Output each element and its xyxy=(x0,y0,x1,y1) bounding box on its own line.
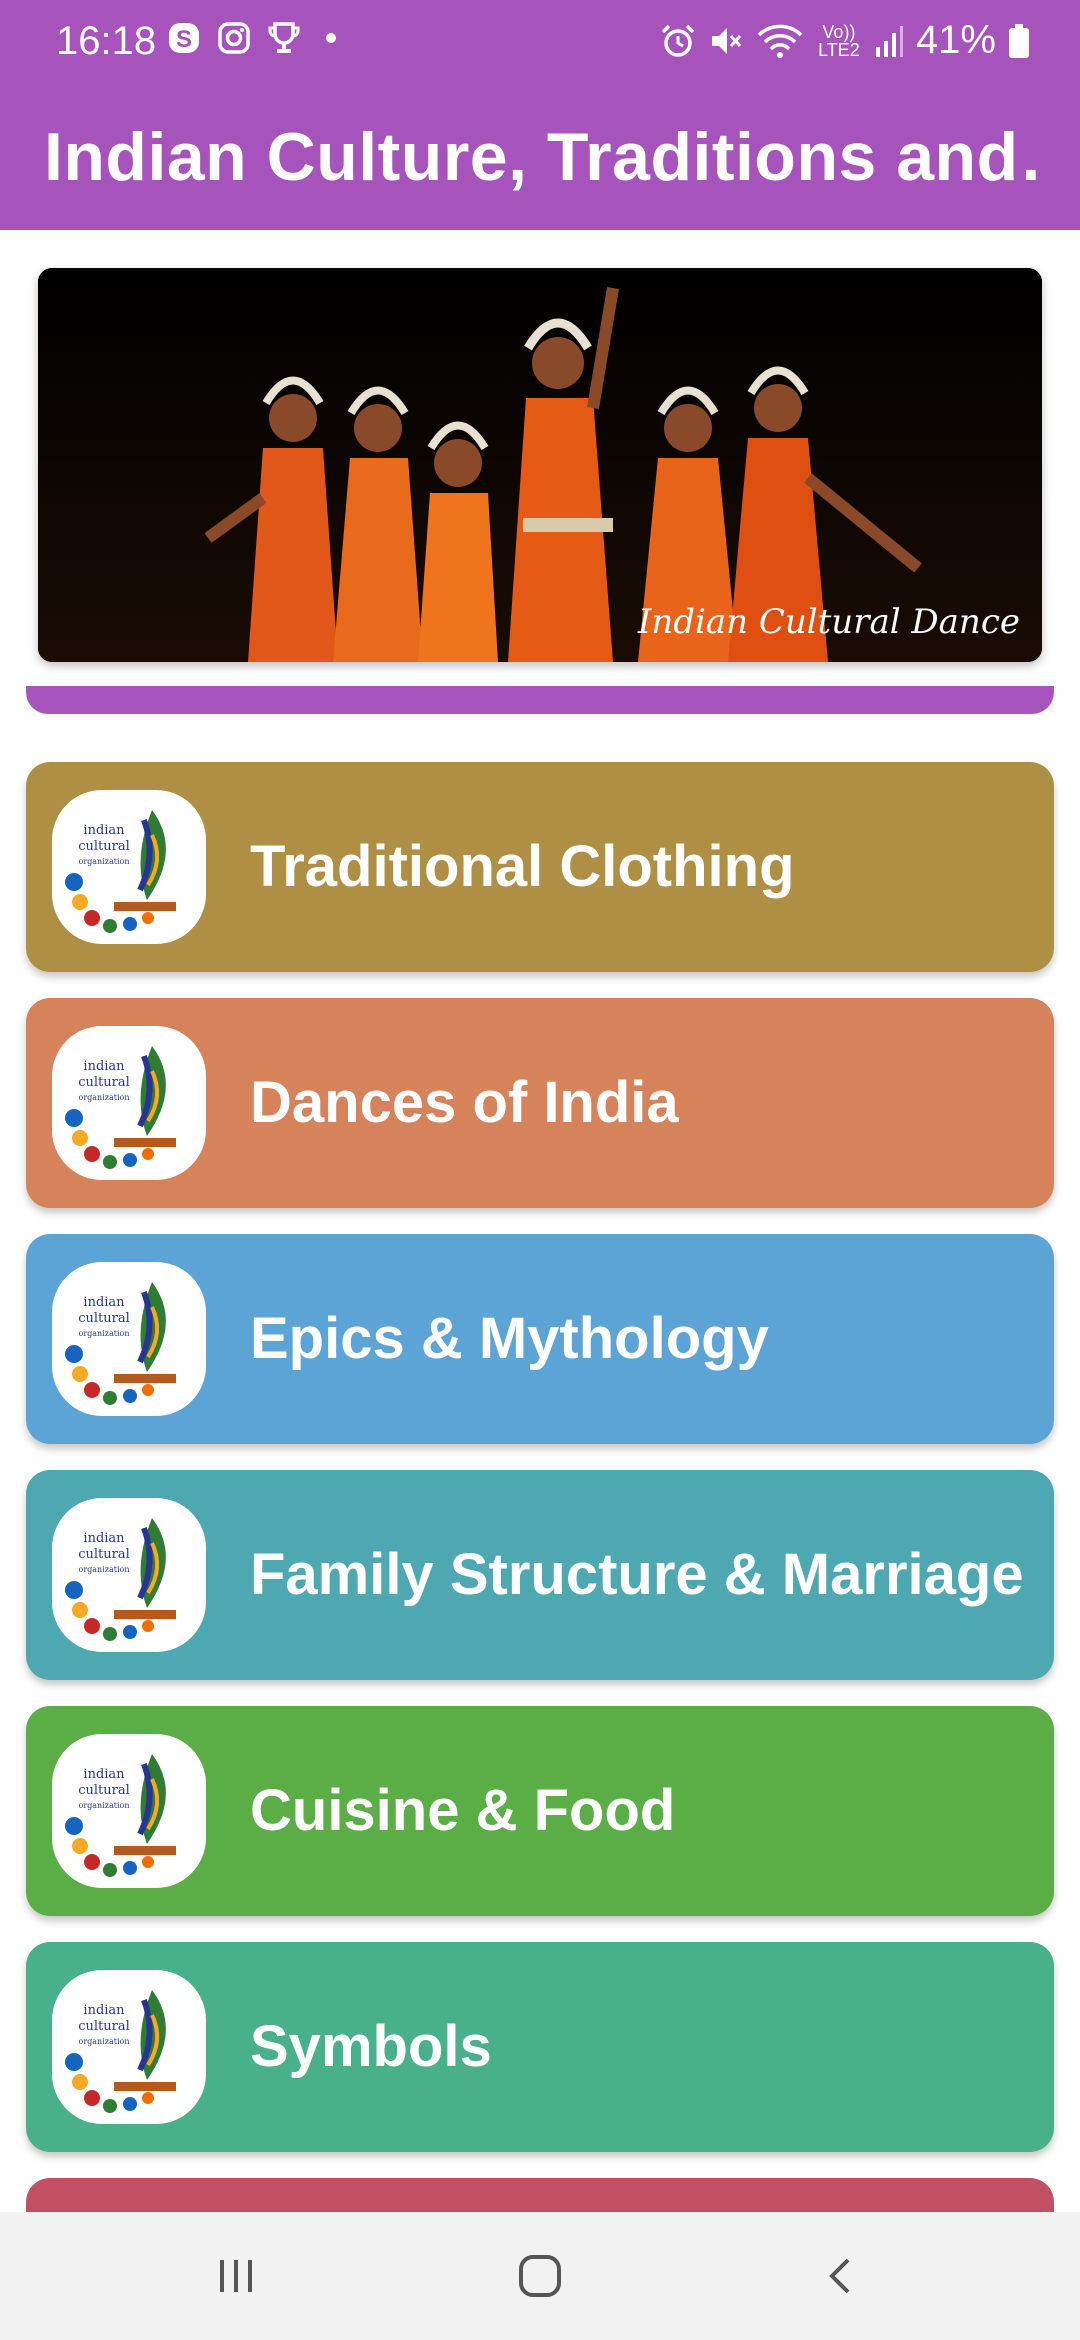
instagram-icon xyxy=(218,22,250,54)
volte-label: Vo)) LTE2 xyxy=(818,21,860,60)
back-icon xyxy=(829,2258,850,2294)
category-card[interactable]: indian cultural organization Epics & Mythol… xyxy=(26,1234,1054,1444)
category-label: Traditional Clothing xyxy=(250,834,795,899)
logo-text-line: organization xyxy=(79,1801,130,1810)
logo-text-line: cultural xyxy=(78,839,130,854)
category-card[interactable]: indian cultural organization Traditional Cl… xyxy=(26,762,1054,972)
mute-icon xyxy=(711,27,742,54)
category-label: Cuisine & Food xyxy=(250,1778,676,1843)
logo-text-line: organization xyxy=(79,1565,130,1574)
logo-text-line: indian xyxy=(83,1767,125,1782)
battery-percent: 41% xyxy=(915,18,996,62)
back-button[interactable] xyxy=(802,2236,882,2316)
organization-logo-icon: indian cultural organization xyxy=(52,1262,206,1416)
alarm-icon xyxy=(661,24,695,57)
recent-apps-icon xyxy=(220,2260,252,2292)
organization-logo-icon: indian cultural organization xyxy=(52,1970,206,2124)
category-card[interactable]: indian cultural organization Dances of Indi… xyxy=(26,998,1054,1208)
organization-logo-icon: indian cultural organization xyxy=(52,1026,206,1180)
logo-text-line: indian xyxy=(83,2003,125,2018)
skype-icon: S xyxy=(169,23,199,53)
status-right-icons: Vo)) LTE2 41% xyxy=(660,18,1030,63)
svg-text:S: S xyxy=(176,26,192,53)
logo-text-line: cultural xyxy=(78,1783,130,1798)
organization-logo-icon: indian cultural organization xyxy=(52,1498,206,1652)
partial-card-below[interactable] xyxy=(26,2178,1054,2212)
category-card[interactable]: indian cultural organization Cuisine & Food xyxy=(26,1706,1054,1916)
status-bar: 16:18 S Vo)) LTE2 41% xyxy=(0,0,1080,82)
category-list[interactable]: Indian Cultural Dance indian cultural orga… xyxy=(0,230,1080,2212)
home-icon xyxy=(519,2255,561,2297)
recent-apps-button[interactable] xyxy=(196,2236,276,2316)
logo-text-line: organization xyxy=(79,857,130,866)
home-button[interactable] xyxy=(500,2236,580,2316)
status-time: 16:18 xyxy=(56,19,157,63)
category-label: Dances of India xyxy=(250,1070,679,1135)
category-label: Family Structure & Marriage xyxy=(250,1542,1024,1607)
category-label: Symbols xyxy=(250,2014,492,2079)
category-card[interactable]: indian cultural organization Symbols xyxy=(26,1942,1054,2152)
logo-text-line: organization xyxy=(79,1093,130,1102)
battery-icon xyxy=(1009,23,1029,58)
trophy-icon xyxy=(268,22,300,53)
logo-text-line: indian xyxy=(83,1059,125,1074)
logo-text-line: organization xyxy=(79,2037,130,2046)
logo-text-line: indian xyxy=(83,1531,125,1546)
logo-text-line: cultural xyxy=(78,2019,130,2034)
logo-text-line: organization xyxy=(79,1329,130,1338)
app-title: Indian Culture, Traditions and… xyxy=(44,119,1044,195)
logo-text-line: cultural xyxy=(78,1547,130,1562)
category-label: Epics & Mythology xyxy=(250,1306,769,1371)
status-left-icons: S xyxy=(166,20,336,56)
navigation-bar xyxy=(0,2212,1080,2340)
signal-icon xyxy=(875,25,903,57)
category-card[interactable]: indian cultural organization Family Structu… xyxy=(26,1470,1054,1680)
organization-logo-icon: indian cultural organization xyxy=(52,1734,206,1888)
banner-image[interactable]: Indian Cultural Dance xyxy=(38,268,1042,662)
partial-card-above[interactable] xyxy=(26,686,1054,714)
banner-caption: Indian Cultural Dance xyxy=(637,602,1020,642)
logo-text-line: indian xyxy=(83,823,125,838)
app-bar: 16:18 S Vo)) LTE2 41% Indian Culture, Tr… xyxy=(0,0,1080,230)
organization-logo-icon: indian cultural organization xyxy=(52,790,206,944)
logo-text-line: indian xyxy=(83,1295,125,1310)
wifi-icon xyxy=(757,24,803,58)
dot-icon xyxy=(326,33,336,43)
logo-text-line: cultural xyxy=(78,1311,130,1326)
logo-text-line: cultural xyxy=(78,1075,130,1090)
